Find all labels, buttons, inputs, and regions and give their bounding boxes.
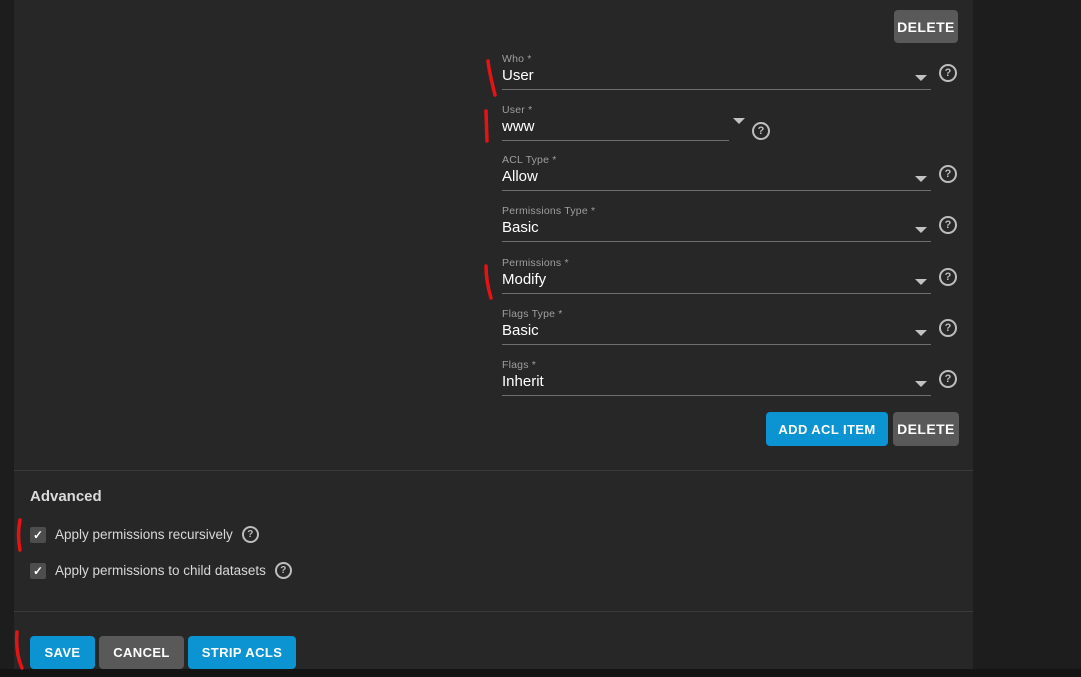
apply-to-child-datasets-checkbox[interactable]: ✓	[30, 563, 46, 579]
help-icon[interactable]: ?	[275, 562, 292, 579]
acl-type-select[interactable]: ACL Type * Allow ?	[502, 154, 931, 194]
permissions-label: Permissions *	[502, 257, 569, 269]
field-underline	[502, 89, 931, 90]
permissions-type-select[interactable]: Permissions Type * Basic ?	[502, 205, 931, 245]
checkmark-icon: ✓	[33, 528, 43, 542]
acl-form-panel: DELETE Who * User ? User * www ? ACL Typ…	[14, 0, 973, 669]
section-divider	[14, 611, 973, 612]
who-value: User	[502, 67, 534, 84]
who-select[interactable]: Who * User ?	[502, 53, 931, 93]
help-icon[interactable]: ?	[939, 216, 957, 234]
permissions-type-value: Basic	[502, 219, 539, 236]
question-glyph: ?	[280, 565, 286, 576]
permissions-value: Modify	[502, 271, 546, 288]
help-icon[interactable]: ?	[939, 165, 957, 183]
field-underline	[502, 241, 931, 242]
advanced-section-title: Advanced	[30, 488, 102, 505]
chevron-down-icon[interactable]	[915, 176, 927, 182]
help-icon[interactable]: ?	[939, 64, 957, 82]
apply-recursively-checkbox[interactable]: ✓	[30, 527, 46, 543]
user-combobox[interactable]: User * www ?	[502, 104, 729, 144]
chevron-down-icon[interactable]	[915, 381, 927, 387]
field-underline	[502, 293, 931, 294]
cancel-button[interactable]: CANCEL	[99, 636, 184, 669]
question-glyph: ?	[945, 322, 952, 334]
apply-recursively-label: Apply permissions recursively	[55, 527, 233, 542]
flags-type-value: Basic	[502, 322, 539, 339]
question-glyph: ?	[945, 373, 952, 385]
question-glyph: ?	[945, 219, 952, 231]
question-glyph: ?	[758, 125, 765, 137]
add-acl-item-button[interactable]: ADD ACL ITEM	[766, 412, 888, 446]
delete-acl-item-button[interactable]: DELETE	[893, 412, 959, 446]
question-glyph: ?	[247, 529, 253, 540]
chevron-down-icon[interactable]	[915, 330, 927, 336]
help-icon[interactable]: ?	[939, 370, 957, 388]
field-underline	[502, 190, 931, 191]
permissions-select[interactable]: Permissions * Modify ?	[502, 257, 931, 297]
question-glyph: ?	[945, 271, 952, 283]
who-label: Who *	[502, 53, 532, 65]
permissions-type-label: Permissions Type *	[502, 205, 595, 217]
field-underline	[502, 395, 931, 396]
question-glyph: ?	[945, 168, 952, 180]
chevron-down-icon[interactable]	[915, 227, 927, 233]
user-label: User *	[502, 104, 532, 116]
acl-type-value: Allow	[502, 168, 538, 185]
field-underline	[502, 344, 931, 345]
flags-type-select[interactable]: Flags Type * Basic ?	[502, 308, 931, 348]
flags-value: Inherit	[502, 373, 544, 390]
chevron-down-icon[interactable]	[915, 75, 927, 81]
field-underline	[502, 140, 729, 141]
help-icon[interactable]: ?	[939, 268, 957, 286]
save-button[interactable]: SAVE	[30, 636, 95, 669]
help-icon[interactable]: ?	[752, 122, 770, 140]
section-divider	[14, 470, 973, 471]
strip-acls-button[interactable]: STRIP ACLS	[188, 636, 296, 669]
flags-label: Flags *	[502, 359, 536, 371]
acl-type-label: ACL Type *	[502, 154, 557, 166]
user-value: www	[502, 118, 535, 135]
chevron-down-icon[interactable]	[915, 279, 927, 285]
help-icon[interactable]: ?	[939, 319, 957, 337]
acl-editor-screen: { "colors": { "accent_blue": "#0b93d2", …	[0, 0, 1081, 677]
form-actions: SAVE CANCEL STRIP ACLS	[30, 636, 296, 669]
apply-recursively-row: ✓ Apply permissions recursively ?	[30, 526, 259, 543]
flags-type-label: Flags Type *	[502, 308, 563, 320]
apply-to-child-datasets-row: ✓ Apply permissions to child datasets ?	[30, 562, 292, 579]
page-bottom-strip	[0, 669, 1081, 677]
chevron-down-icon[interactable]	[733, 118, 745, 124]
checkmark-icon: ✓	[33, 564, 43, 578]
flags-select[interactable]: Flags * Inherit ?	[502, 359, 931, 399]
apply-to-child-datasets-label: Apply permissions to child datasets	[55, 563, 266, 578]
delete-entry-button[interactable]: DELETE	[894, 10, 958, 43]
question-glyph: ?	[945, 67, 952, 79]
help-icon[interactable]: ?	[242, 526, 259, 543]
